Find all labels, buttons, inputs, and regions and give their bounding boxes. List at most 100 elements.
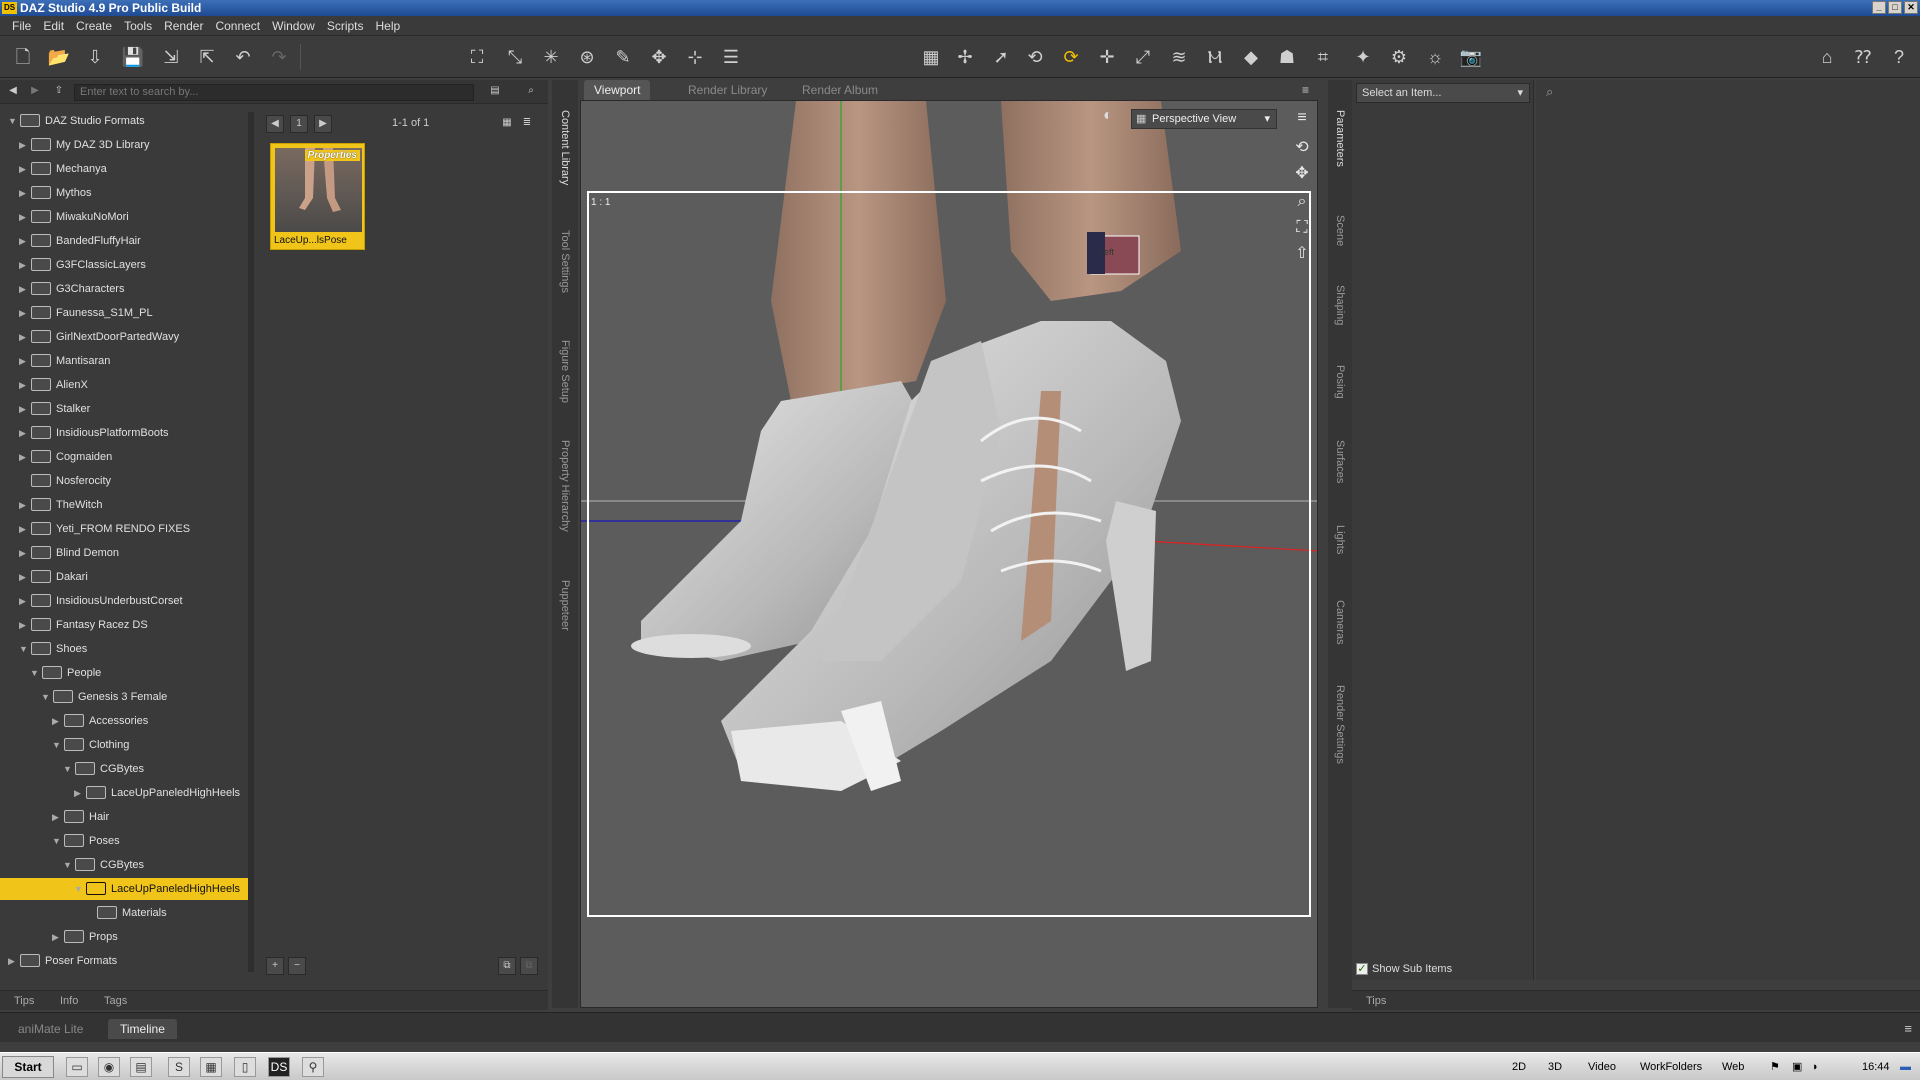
tab-info[interactable]: Info bbox=[52, 993, 86, 1009]
surface-icon[interactable]: ◆ bbox=[1238, 44, 1264, 70]
expand-right-icon[interactable]: ▶ bbox=[19, 158, 29, 180]
explorer-icon[interactable]: ▭ bbox=[66, 1057, 88, 1077]
tree-folder-row[interactable]: ▶ My DAZ 3D Library bbox=[0, 134, 248, 156]
morph-icon[interactable]: Ⲙ bbox=[1202, 44, 1228, 70]
side-tab-posing[interactable]: Posing bbox=[1331, 365, 1349, 399]
region-nav-icon[interactable]: ⊹ bbox=[682, 44, 708, 70]
expand-down-icon[interactable]: ▼ bbox=[41, 686, 51, 708]
tree-folder-row[interactable]: ▶ LaceUpPaneledHighHeels bbox=[0, 782, 248, 804]
viewport-menu-icon[interactable]: ≡ bbox=[1292, 80, 1319, 100]
expand-down-icon[interactable]: ▼ bbox=[74, 878, 84, 900]
expand-right-icon[interactable]: ▶ bbox=[8, 950, 18, 972]
viewport-options-icon[interactable]: ≡ bbox=[1291, 107, 1313, 129]
calculator-icon[interactable]: ▦ bbox=[200, 1057, 222, 1077]
spotlight-icon[interactable]: ✦ bbox=[1350, 44, 1376, 70]
side-tab-surfaces[interactable]: Surfaces bbox=[1331, 440, 1349, 483]
scale-icon[interactable]: ⤢ bbox=[1130, 44, 1156, 70]
tree-folder-row[interactable]: ▶ BandedFluffyHair bbox=[0, 230, 248, 252]
help-icon[interactable]: ? bbox=[1886, 44, 1912, 70]
tree-folder-row[interactable]: Materials bbox=[0, 902, 248, 924]
perspective-view-dropdown[interactable]: ▦ Perspective View ▾ bbox=[1131, 109, 1277, 129]
side-tab-figure-setup[interactable]: Figure Setup bbox=[556, 340, 574, 403]
side-tab-lights[interactable]: Lights bbox=[1331, 525, 1349, 554]
render-settings-icon[interactable]: ⚙ bbox=[1386, 44, 1412, 70]
joint-editor-icon[interactable]: ⤡ bbox=[502, 44, 528, 70]
save-icon[interactable]: 💾 bbox=[120, 44, 146, 70]
tree-folder-row[interactable]: ▶ Mantisaran bbox=[0, 350, 248, 372]
close-button[interactable]: ✕ bbox=[1904, 1, 1918, 14]
expand-right-icon[interactable]: ▶ bbox=[19, 590, 29, 612]
tree-folder-row[interactable]: ▶ Dakari bbox=[0, 566, 248, 588]
expand-right-icon[interactable]: ▶ bbox=[74, 782, 84, 804]
show-sub-items-checkbox[interactable]: ✓ Show Sub Items bbox=[1356, 960, 1526, 978]
expand-down-icon[interactable]: ▼ bbox=[52, 830, 62, 852]
expand-right-icon[interactable]: ▶ bbox=[19, 326, 29, 348]
align-icon[interactable]: ☰ bbox=[718, 44, 744, 70]
export-icon[interactable]: ⇱ bbox=[194, 44, 220, 70]
import-icon[interactable]: ⇲ bbox=[158, 44, 184, 70]
expand-right-icon[interactable]: ▶ bbox=[19, 446, 29, 468]
expand-right-icon[interactable]: ▶ bbox=[19, 542, 29, 564]
side-tab-tool-settings[interactable]: Tool Settings bbox=[556, 230, 574, 293]
expand-down-icon[interactable]: ▼ bbox=[63, 854, 73, 876]
tree-folder-row[interactable]: ▶ AlienX bbox=[0, 374, 248, 396]
rotate-tool-icon[interactable]: ⟲ bbox=[1022, 44, 1048, 70]
expand-right-icon[interactable]: ▶ bbox=[19, 134, 29, 156]
minimize-button[interactable]: _ bbox=[1872, 1, 1886, 14]
tree-folder-row[interactable]: ▶ Props bbox=[0, 926, 248, 948]
side-tab-scene[interactable]: Scene bbox=[1331, 215, 1349, 246]
tree-folder-row[interactable]: ▶ TheWitch bbox=[0, 494, 248, 516]
tab-viewport[interactable]: Viewport bbox=[584, 80, 651, 100]
skype-icon[interactable]: S bbox=[168, 1057, 190, 1077]
tree-folder-row[interactable]: ▼ Genesis 3 Female bbox=[0, 686, 248, 708]
geometry-editor-icon[interactable]: ✳ bbox=[538, 44, 564, 70]
menu-edit[interactable]: Edit bbox=[37, 16, 70, 35]
tree-folder-row[interactable]: ▼ CGBytes bbox=[0, 758, 248, 780]
daz-home-icon[interactable]: ⌂ bbox=[1814, 44, 1840, 70]
tree-folder-row[interactable]: ▼ DAZ Studio Formats bbox=[0, 110, 248, 132]
tree-folder-row[interactable]: ▶ Fantasy Racez DS bbox=[0, 614, 248, 636]
expand-down-icon[interactable]: ▼ bbox=[19, 638, 29, 660]
tree-folder-row[interactable]: ▶ Mechanya bbox=[0, 158, 248, 180]
tab-tags[interactable]: Tags bbox=[96, 993, 135, 1009]
figure-icon[interactable]: ☗ bbox=[1274, 44, 1300, 70]
menu-help[interactable]: Help bbox=[370, 16, 407, 35]
expand-right-icon[interactable]: ▶ bbox=[19, 206, 29, 228]
undo-icon[interactable]: ↶ bbox=[230, 44, 256, 70]
side-tab-content-library[interactable]: Content Library bbox=[556, 110, 574, 185]
add-button[interactable]: + bbox=[266, 957, 284, 975]
expand-right-icon[interactable]: ▶ bbox=[19, 278, 29, 300]
search-icon[interactable]: ⌕ bbox=[1546, 84, 1553, 100]
menu-tools[interactable]: Tools bbox=[118, 16, 158, 35]
expand-right-icon[interactable]: ▶ bbox=[19, 494, 29, 516]
daz-studio-taskbar-icon[interactable]: DS bbox=[268, 1057, 290, 1077]
expand-right-icon[interactable]: ▶ bbox=[52, 806, 62, 828]
expand-right-icon[interactable]: ▶ bbox=[19, 518, 29, 540]
expand-right-icon[interactable]: ▶ bbox=[19, 566, 29, 588]
tree-scrollbar[interactable] bbox=[248, 112, 254, 972]
asset-thumbnail[interactable]: Properties LaceUp...lsPose bbox=[270, 143, 365, 250]
tree-folder-row[interactable]: ▶ Stalker bbox=[0, 398, 248, 420]
tab-render-album[interactable]: Render Album bbox=[792, 80, 888, 100]
list-view-icon[interactable]: ≣ bbox=[518, 115, 536, 133]
surface-selection-icon[interactable]: ⊛ bbox=[574, 44, 600, 70]
tray-video[interactable]: Video bbox=[1588, 1059, 1616, 1075]
paste-icon[interactable]: ⧉ bbox=[520, 957, 538, 975]
draw-style-icon[interactable]: ◐ bbox=[1103, 107, 1125, 127]
whats-this-icon[interactable]: ⁇ bbox=[1850, 44, 1876, 70]
tree-folder-row[interactable]: ▶ Hair bbox=[0, 806, 248, 828]
menu-render[interactable]: Render bbox=[158, 16, 209, 35]
grid-toggle-icon[interactable]: ▦ bbox=[918, 44, 944, 70]
tree-folder-row[interactable]: ▼ Poses bbox=[0, 830, 248, 852]
expand-right-icon[interactable]: ▶ bbox=[19, 374, 29, 396]
chrome-icon[interactable]: ◉ bbox=[98, 1057, 120, 1077]
start-button[interactable]: Start bbox=[2, 1056, 54, 1078]
expand-right-icon[interactable]: ▶ bbox=[52, 710, 62, 732]
tray-flag-icon[interactable]: ⚑ bbox=[1770, 1059, 1780, 1075]
open-icon[interactable]: 📂 bbox=[46, 44, 72, 70]
tree-folder-row[interactable]: ▼ Shoes bbox=[0, 638, 248, 660]
maximize-button[interactable]: □ bbox=[1888, 1, 1902, 14]
select-item-dropdown[interactable]: Select an Item... ▾ bbox=[1356, 83, 1530, 103]
tray-web[interactable]: Web bbox=[1722, 1059, 1744, 1075]
active-pose-icon[interactable]: ⟳ bbox=[1058, 44, 1084, 70]
